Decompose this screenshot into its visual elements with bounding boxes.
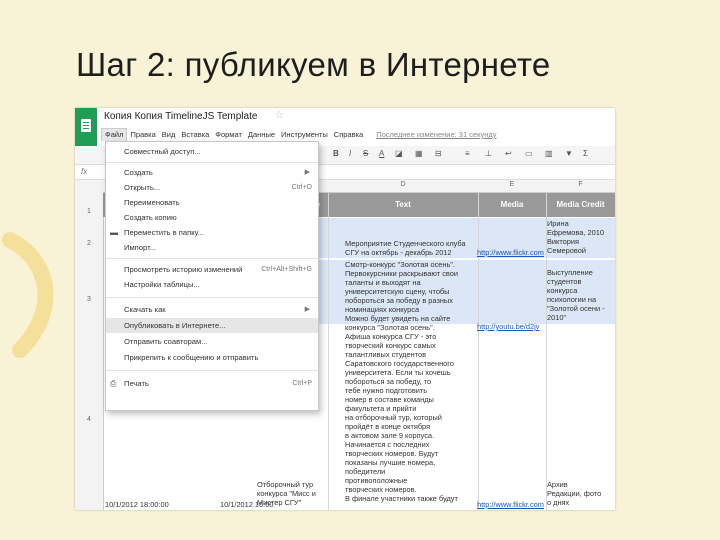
column-letter[interactable]: F	[546, 181, 615, 188]
chevron-right-icon: ▶	[304, 306, 310, 313]
cell-f5[interactable]: Архив Редакции, фото о днях	[547, 480, 613, 510]
cell-b5[interactable]: 10/1/2012 16:00	[220, 500, 280, 509]
bold-icon[interactable]: B	[333, 149, 339, 158]
menu-item-email-attachment[interactable]: Прикрепить к сообщению и отправить	[106, 350, 318, 365]
sheets-logo-icon[interactable]	[75, 108, 97, 146]
menu-file[interactable]: Файл	[101, 128, 128, 141]
cell-e2[interactable]: http://www.flickr.com	[477, 248, 547, 257]
header-cell-media[interactable]: Media	[478, 200, 546, 209]
cell-e3[interactable]: http://youtu.be/d2jv	[477, 322, 547, 331]
valign-icon[interactable]: ⊥	[485, 149, 492, 158]
column-letter[interactable]: D	[328, 181, 478, 188]
row-number[interactable]: 1	[75, 208, 103, 215]
row-number[interactable]: 3	[75, 296, 103, 303]
borders-icon[interactable]: ▦	[415, 149, 423, 158]
strikethrough-icon[interactable]: S	[363, 149, 368, 158]
menu-item-share[interactable]: Совместный доступ...	[106, 144, 318, 159]
cell-d2[interactable]: Мероприятие Студенческого клуба СГУ на о…	[345, 239, 475, 259]
decorative-swirl	[2, 232, 54, 358]
grid-line	[478, 193, 479, 510]
chart-icon[interactable]: ▥	[545, 149, 553, 158]
menu-item-history[interactable]: Просмотреть историю изменений Ctrl+Alt+Sh…	[106, 262, 318, 277]
filter-icon[interactable]: ▼	[565, 149, 573, 158]
comment-icon[interactable]: ▭	[525, 149, 533, 158]
row-number[interactable]: 4	[75, 416, 103, 423]
row-headers: 1 2 3 4	[75, 180, 104, 510]
functions-icon[interactable]: Σ	[583, 149, 588, 158]
last-edit-link[interactable]: Последнее изменение: 31 секунду	[366, 129, 499, 141]
chevron-right-icon: ▶	[304, 169, 310, 176]
star-icon[interactable]: ☆	[275, 110, 284, 121]
grid-line	[328, 193, 329, 510]
menu-insert[interactable]: Вставка	[178, 129, 212, 141]
slide-title: Шаг 2: публикуем в Интернете	[76, 46, 551, 83]
menu-bar: Файл Правка Вид Вставка Формат Данные Инструме…	[101, 128, 500, 141]
menu-item-publish[interactable]: Опубликовать в Интернете...	[106, 318, 318, 333]
menu-edit[interactable]: Правка	[127, 129, 158, 141]
menu-data[interactable]: Данные	[245, 129, 278, 141]
align-icon[interactable]: ≡	[465, 149, 470, 158]
text-color-icon[interactable]: A	[379, 149, 384, 158]
column-letter[interactable]: E	[478, 181, 546, 188]
menu-item-create[interactable]: Создать ▶	[106, 165, 318, 180]
cell-a5[interactable]: 10/1/2012 18:00:00	[105, 500, 185, 509]
row-number[interactable]: 2	[75, 240, 103, 247]
document-title[interactable]: Копия Копия TimelineJS Template	[104, 111, 257, 122]
spreadsheet-screenshot: Копия Копия TimelineJS Template ☆ Файл Пр…	[75, 108, 615, 510]
menu-item-open[interactable]: Открыть... Ctrl+O	[106, 180, 318, 195]
menu-item-download[interactable]: Скачать как ▶	[106, 302, 318, 317]
menu-item-email-collaborators[interactable]: Отправить соавторам...	[106, 334, 318, 349]
cell-f3[interactable]: Выступление студентов конкурса психологи…	[547, 268, 613, 324]
menu-item-import[interactable]: Импорт...	[106, 240, 318, 255]
folder-icon: ▬	[110, 228, 118, 237]
cell-f2[interactable]: Ирина Ефремова, 2010 Виктория Семеровой	[547, 219, 613, 259]
fx-icon: fx	[81, 167, 88, 176]
menu-format[interactable]: Формат	[212, 129, 245, 141]
header-cell-media-credit[interactable]: Media Credit	[546, 200, 615, 209]
menu-item-print[interactable]: ⎙ Печать Ctrl+P	[106, 376, 318, 391]
menu-item-move[interactable]: ▬ Переместить в папку...	[106, 225, 318, 240]
menu-item-rename[interactable]: Переименовать	[106, 195, 318, 210]
cell-d3[interactable]: Смотр-конкурс "Золотая осень". Первокурс…	[345, 260, 475, 505]
menu-help[interactable]: Справка	[331, 129, 366, 141]
wrap-icon[interactable]: ↩	[505, 149, 512, 158]
menu-item-settings[interactable]: Настройки таблицы...	[106, 277, 318, 292]
fill-color-icon[interactable]: ◪	[395, 149, 403, 158]
file-menu-dropdown: Совместный доступ... Создать ▶ Открыть...…	[105, 141, 319, 411]
header-cell-text[interactable]: Text	[328, 200, 478, 209]
merge-icon[interactable]: ⊟	[435, 149, 442, 158]
menu-tools[interactable]: Инструменты	[278, 129, 331, 141]
italic-icon[interactable]: I	[349, 149, 351, 158]
printer-icon: ⎙	[110, 379, 117, 388]
menu-view[interactable]: Вид	[159, 129, 179, 141]
menu-item-copy[interactable]: Создать копию	[106, 210, 318, 225]
cell-e5[interactable]: http://www.flickr.com	[477, 500, 547, 509]
